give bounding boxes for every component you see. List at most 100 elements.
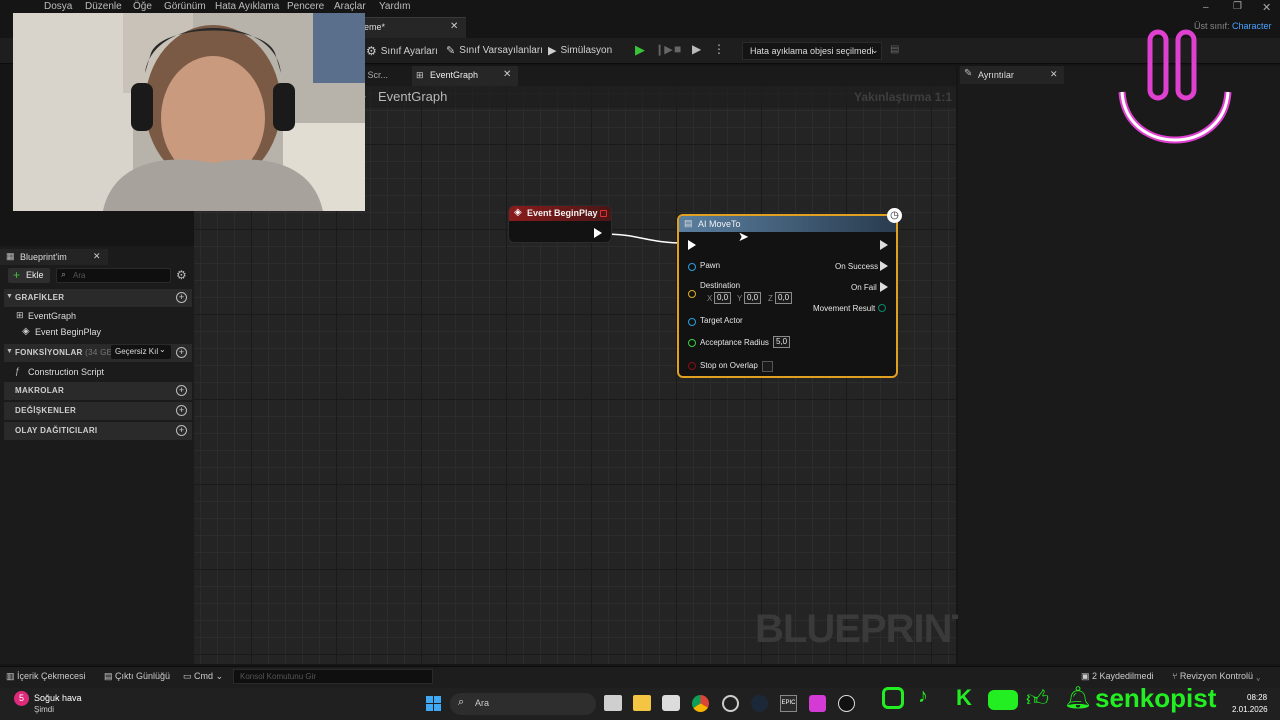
destination-y-field[interactable]: 0,0: [744, 292, 762, 304]
chrome-icon[interactable]: [692, 695, 709, 712]
add-graph-icon[interactable]: +: [176, 292, 187, 303]
unreal-engine-icon[interactable]: [838, 695, 855, 712]
weather-title[interactable]: Soğuk hava: [34, 693, 82, 703]
menu-edit[interactable]: Düzenle: [85, 1, 122, 12]
close-window-icon[interactable]: ✕: [1262, 1, 1271, 14]
tab-eventgraph[interactable]: ⊞ EventGraph ✕: [412, 66, 518, 86]
unsaved-label: 2 Kaydedilmedi: [1092, 671, 1154, 681]
app-pink-icon[interactable]: [809, 695, 826, 712]
menu-help[interactable]: Yardım: [379, 1, 411, 12]
menu-window[interactable]: Pencere: [287, 1, 324, 12]
unsaved-button[interactable]: ▣ 2 Kaydedilmedi: [1081, 671, 1154, 682]
exec-in-pin[interactable]: [688, 240, 696, 250]
stop-on-overlap-pin[interactable]: [688, 362, 696, 370]
menu-file[interactable]: Dosya: [44, 1, 72, 12]
on-success-pin[interactable]: [880, 261, 888, 271]
taskbar-search[interactable]: ⌕ Ara: [450, 693, 596, 715]
settings-gear-icon[interactable]: ⚙: [176, 268, 187, 282]
menu-asset[interactable]: Öğe: [133, 1, 152, 12]
content-drawer-button[interactable]: ▥ İçerik Çekmecesi: [6, 671, 86, 682]
menu-debug[interactable]: Hata Ayıklama: [215, 1, 279, 12]
document-tab[interactable]: eme* ✕: [356, 17, 466, 38]
tree-item-construction-script[interactable]: Construction Script: [28, 367, 104, 377]
close-tab-icon[interactable]: ✕: [450, 21, 458, 32]
maximize-icon[interactable]: ❐: [1233, 1, 1242, 12]
menu-view[interactable]: Görünüm: [164, 1, 206, 12]
movement-result-pin[interactable]: [878, 304, 886, 312]
close-panel-icon[interactable]: ✕: [93, 251, 101, 262]
x-label: X: [707, 294, 713, 303]
destination-pin[interactable]: [688, 290, 696, 298]
step-icon[interactable]: ❙▶: [655, 43, 673, 56]
class-settings-button[interactable]: ⚙ Sınıf Ayarları: [366, 44, 438, 58]
add-function-icon[interactable]: +: [176, 347, 187, 358]
add-button[interactable]: + Ekle: [8, 268, 50, 283]
pawn-pin[interactable]: [688, 263, 696, 271]
section-variables[interactable]: DEĞİŞKENLER: [4, 402, 192, 420]
exec-out-pin[interactable]: [880, 240, 888, 250]
add-dispatcher-icon[interactable]: +: [176, 425, 187, 436]
my-blueprint-title: Blueprint'im: [20, 252, 67, 262]
taskbar-search-label: Ara: [475, 698, 490, 708]
cmd-dropdown[interactable]: ▭ Cmd ⌄: [183, 671, 223, 682]
document-tab-label: eme*: [364, 22, 386, 32]
windows-start-icon[interactable]: [426, 696, 441, 711]
save-icon: ▣: [1081, 671, 1090, 681]
acceptance-radius-pin[interactable]: [688, 339, 696, 347]
event-beginplay-node[interactable]: ◈ Event BeginPlay: [508, 205, 612, 243]
ai-moveto-node[interactable]: ▤ AI MoveTo Pawn Destination X 0,0 Y 0,0…: [677, 214, 898, 378]
pawn-label: Pawn: [700, 261, 721, 270]
tree-item-beginplay[interactable]: Event BeginPlay: [35, 327, 101, 337]
collapse-arrow-icon: ▼: [6, 348, 13, 355]
eject-icon[interactable]: ▶: [692, 42, 701, 56]
minimize-icon[interactable]: –: [1203, 2, 1209, 13]
console-input[interactable]: Konsol Komutunu Gir: [233, 669, 433, 684]
details-tab[interactable]: ✎ Ayrıntılar ✕: [960, 66, 1064, 84]
revision-control-button[interactable]: ⑂ Revizyon Kontrolü ⌄: [1172, 671, 1261, 681]
tree-item-eventgraph[interactable]: EventGraph: [28, 311, 76, 321]
target-actor-pin[interactable]: [688, 318, 696, 326]
debug-object-select[interactable]: Hata ayıklama objesi seçilmedi ⌄: [742, 42, 882, 60]
my-blueprint-panel: [0, 246, 194, 664]
event-node-title: Event BeginPlay: [527, 208, 598, 218]
override-dropdown[interactable]: Geçersiz Kıl ⌄: [111, 345, 171, 359]
drawer-icon: ▥: [6, 671, 15, 681]
event-delegate-pin[interactable]: [600, 210, 607, 217]
section-graphs[interactable]: GRAFİKLER: [4, 289, 192, 307]
section-dispatchers[interactable]: OLAY DAĞITICILARI: [4, 422, 192, 440]
task-view-icon[interactable]: [604, 695, 622, 711]
simulation-label: Simülasyon: [560, 45, 613, 56]
steam-icon[interactable]: [751, 695, 768, 712]
destination-x-field[interactable]: 0,0: [714, 292, 732, 304]
file-explorer-icon[interactable]: [633, 695, 651, 711]
graph-header: › EventGraph Yakınlaştırma 1:1: [356, 86, 956, 108]
section-graphs-label: GRAFİKLER: [15, 293, 65, 302]
more-options-icon[interactable]: ⋮: [713, 42, 725, 56]
close-tab-icon[interactable]: ✕: [503, 69, 511, 80]
parent-class-link[interactable]: Character: [1232, 21, 1272, 31]
section-macros[interactable]: MAKROLAR: [4, 382, 192, 400]
simulation-button[interactable]: ▶ Simülasyon: [548, 44, 612, 57]
class-defaults-button[interactable]: ✎ Sınıf Varsayılanları: [446, 44, 543, 57]
output-log-button[interactable]: ▤ Çıktı Günlüğü: [104, 671, 170, 682]
add-variable-icon[interactable]: +: [176, 405, 187, 416]
blueprint-search-input[interactable]: ⌕ Ara: [56, 268, 171, 283]
exec-out-pin[interactable]: [594, 228, 602, 238]
chevron-down-icon: ⌄: [215, 671, 224, 681]
app-icon[interactable]: [722, 695, 739, 712]
play-icon[interactable]: ▶: [635, 42, 645, 58]
menu-tools[interactable]: Araçlar: [334, 1, 366, 12]
on-fail-pin[interactable]: [880, 282, 888, 292]
stop-icon[interactable]: ■: [674, 42, 681, 56]
acceptance-radius-field[interactable]: 5,0: [773, 336, 791, 348]
epic-games-icon[interactable]: EPIC: [780, 695, 797, 712]
debug-filter-icon[interactable]: ▤: [890, 44, 899, 55]
close-panel-icon[interactable]: ✕: [1050, 69, 1058, 80]
my-blueprint-tab[interactable]: ▦ Blueprint'im ✕: [0, 249, 108, 265]
destination-z-field[interactable]: 0,0: [775, 292, 793, 304]
add-macro-icon[interactable]: +: [176, 385, 187, 396]
store-icon[interactable]: [662, 695, 680, 711]
stop-on-overlap-checkbox[interactable]: [762, 361, 773, 372]
details-tab-label: Ayrıntılar: [978, 70, 1014, 80]
on-success-label: On Success: [835, 262, 879, 271]
